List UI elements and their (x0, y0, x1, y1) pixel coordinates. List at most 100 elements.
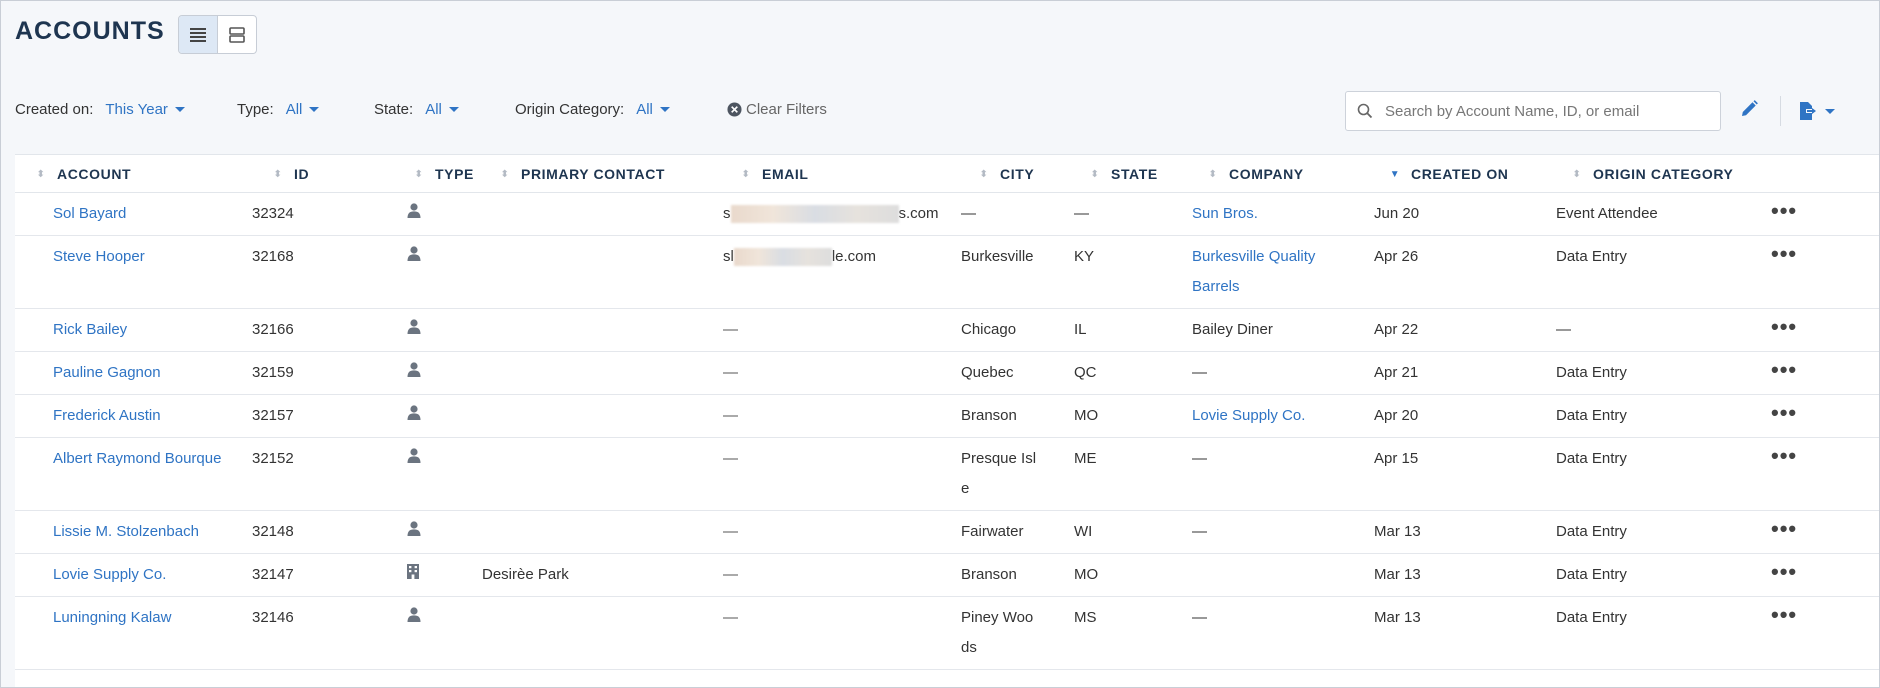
table-row[interactable]: Rick Bailey 32166 — Chicago IL Bailey Diner Ap… (15, 308, 1879, 353)
column-header-company[interactable]: ⬍ COMPANY (1187, 155, 1369, 193)
table-row[interactable]: Lissie M. Stolzenbach 32148 — Fairwater WI — M… (15, 510, 1879, 555)
table-row[interactable]: Luningning Kalaw 32146 — Piney Woods MS — Mar … (15, 596, 1879, 671)
column-header-label: PRIMARY CONTACT (521, 165, 666, 182)
table-row[interactable]: Pauline Gagnon 32159 — Quebec QC — Apr 21 Data … (15, 351, 1879, 396)
company-link[interactable]: Lovie Supply Co. (1187, 401, 1342, 431)
cell-id: 32168 (252, 235, 393, 310)
table-row[interactable]: Frederick Austin 32157 — Branson MO Lovie Sup… (15, 394, 1879, 439)
origin-category: Event Attendee (1556, 205, 1658, 222)
cell-city: Presque Isle (958, 437, 1069, 512)
filter-origin-category-label: Origin Category: (515, 101, 625, 118)
more-options-icon[interactable]: ••• (1761, 237, 1797, 266)
sort-icon: ⬍ (1208, 169, 1218, 181)
more-options-icon[interactable]: ••• (1761, 310, 1797, 339)
column-header-email[interactable]: ⬍ EMAIL (720, 155, 958, 193)
cell-created-on: Mar 13 (1369, 553, 1551, 598)
column-header-primary-contact[interactable]: ⬍ PRIMARY CONTACT (479, 155, 720, 193)
cell-origin-category: Data Entry (1551, 596, 1761, 671)
table-row[interactable]: Albert Raymond Bourque 32152 — Presque Isle… (15, 437, 1879, 512)
cell-company: Burkesville Quality Barrels (1187, 235, 1369, 310)
more-options-icon[interactable]: ••• (1761, 353, 1797, 382)
cell-created-on: Apr 21 (1369, 351, 1551, 396)
filter-type-dropdown[interactable]: All (286, 101, 320, 118)
account-link[interactable]: Frederick Austin (53, 407, 161, 424)
cell-state: MO (1069, 553, 1187, 598)
cell-primary-contact (479, 192, 720, 237)
column-header-label: COMPANY (1229, 165, 1304, 182)
accounts-table-container: ⬍ ACCOUNT ⬍ ID ⬍ TYPE ⬍ PRIMARY CONTACT ⬍ EMAIL ⬍ C… (15, 154, 1879, 687)
search-input[interactable] (1383, 101, 1707, 121)
filter-origin-category-value: All (636, 101, 653, 118)
column-header-city[interactable]: ⬍ CITY (958, 155, 1069, 193)
column-header-label: ORIGIN CATEGORY (1593, 165, 1734, 182)
created-on: Jun 20 (1374, 205, 1420, 222)
cell-company: — (1187, 596, 1369, 671)
column-header-created-on[interactable]: ▼ CREATED ON (1369, 155, 1551, 193)
filter-state-label: State: (374, 101, 414, 118)
more-options-icon[interactable]: ••• (1761, 439, 1797, 468)
cell-account: Sol Bayard (15, 192, 252, 237)
account-link[interactable]: Pauline Gagnon (53, 364, 161, 381)
cell-origin-category: Data Entry (1551, 510, 1761, 555)
account-link[interactable]: Steve Hooper (53, 248, 145, 265)
person-icon (407, 517, 421, 547)
clear-filters-button[interactable]: Clear Filters (727, 101, 827, 118)
table-row[interactable]: Steve Hooper 32168 sl le.com Burkesville KY Bu… (15, 235, 1879, 310)
table-body: Sol Bayard 32324 s s.com — — Sun Bros. Jun 20 Ev… (15, 192, 1879, 671)
cell-email: sl le.com (720, 235, 958, 310)
city: Burkesville (961, 248, 1034, 266)
more-options-icon[interactable]: ••• (1761, 396, 1797, 425)
cell-account: Lissie M. Stolzenbach (15, 510, 252, 555)
column-header-id[interactable]: ⬍ ID (252, 155, 393, 193)
filter-state-dropdown[interactable]: All (425, 101, 459, 118)
origin-category: Data Entry (1556, 450, 1627, 468)
export-button[interactable] (1797, 101, 1835, 121)
edit-button[interactable] (1739, 99, 1759, 124)
email-redacted: s s.com (723, 205, 939, 224)
cell-primary-contact (479, 235, 720, 310)
table-row[interactable]: Sol Bayard 32324 s s.com — — Sun Bros. Jun 20 Ev… (15, 192, 1879, 237)
column-header-origin-category[interactable]: ⬍ ORIGIN CATEGORY (1551, 155, 1761, 193)
account-link[interactable]: Lissie M. Stolzenbach (53, 523, 199, 540)
toolbar-divider (1780, 96, 1781, 126)
email: — (723, 407, 738, 425)
more-options-icon[interactable]: ••• (1761, 555, 1797, 584)
more-options-icon[interactable]: ••• (1761, 598, 1797, 627)
company-link[interactable]: Burkesville Quality Barrels (1187, 242, 1342, 302)
more-options-icon[interactable]: ••• (1761, 512, 1797, 541)
column-header-state[interactable]: ⬍ STATE (1069, 155, 1187, 193)
cell-city: Quebec (958, 351, 1069, 396)
cell-created-on: Apr 20 (1369, 394, 1551, 439)
account-id: 32157 (252, 407, 294, 425)
cell-type (393, 192, 479, 237)
list-view-button[interactable] (179, 16, 218, 53)
cell-state: MS (1069, 596, 1187, 671)
account-link[interactable]: Sol Bayard (53, 205, 126, 222)
cell-actions: ••• (1761, 596, 1879, 671)
account-link[interactable]: Rick Bailey (53, 321, 127, 338)
city: Chicago (961, 321, 1017, 339)
cell-primary-contact (479, 394, 720, 439)
cell-actions: ••• (1761, 394, 1879, 439)
account-link[interactable]: Luningning Kalaw (53, 609, 171, 626)
search-box (1345, 91, 1721, 131)
cell-primary-contact: Desirèe Park (479, 553, 720, 598)
cell-origin-category: — (1551, 308, 1761, 353)
column-header-account[interactable]: ⬍ ACCOUNT (15, 155, 252, 193)
table-row[interactable]: Lovie Supply Co. 32147 Desirèe Park — Branso… (15, 553, 1879, 598)
filter-created-on-dropdown[interactable]: This Year (105, 101, 185, 118)
origin-category: Data Entry (1556, 364, 1627, 382)
company-link[interactable]: Sun Bros. (1187, 199, 1342, 229)
origin-category: Data Entry (1556, 248, 1627, 266)
account-link[interactable]: Lovie Supply Co. (53, 566, 166, 583)
origin-category: — (1556, 321, 1571, 339)
cell-actions: ••• (1761, 351, 1879, 396)
column-header-type[interactable]: ⬍ TYPE (393, 155, 479, 193)
cell-origin-category: Data Entry (1551, 553, 1761, 598)
cell-state: KY (1069, 235, 1187, 310)
account-link[interactable]: Albert Raymond Bourque (53, 450, 221, 467)
filter-origin-category-dropdown[interactable]: All (636, 101, 670, 118)
card-view-button[interactable] (218, 16, 256, 53)
city: Presque Isle (961, 450, 1037, 498)
more-options-icon[interactable]: ••• (1761, 194, 1797, 223)
